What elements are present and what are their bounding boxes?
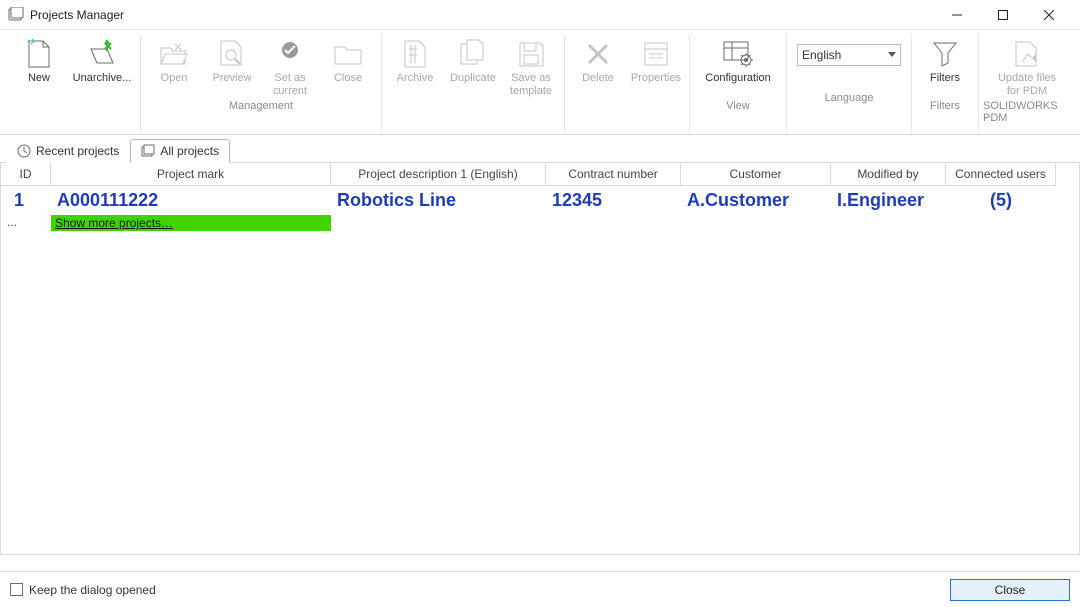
configuration-label: Configuration bbox=[705, 72, 770, 98]
language-group-label: Language bbox=[825, 90, 874, 108]
preview-button[interactable]: Preview bbox=[203, 34, 261, 98]
language-select[interactable]: English bbox=[797, 44, 901, 66]
col-modified-by[interactable]: Modified by bbox=[831, 163, 946, 186]
archive-button[interactable]: Archive bbox=[386, 34, 444, 98]
update-pdm-label: Update files for PDM bbox=[998, 72, 1056, 98]
new-file-icon bbox=[23, 38, 55, 70]
col-project-mark[interactable]: Project mark bbox=[51, 163, 331, 186]
tab-all-label: All projects bbox=[160, 144, 219, 158]
filters-label: Filters bbox=[930, 72, 960, 98]
open-label: Open bbox=[161, 72, 188, 98]
archive-label: Archive bbox=[397, 72, 434, 98]
cell-project-mark: A000111222 bbox=[51, 186, 331, 215]
tab-recent-projects[interactable]: Recent projects bbox=[6, 139, 130, 163]
save-template-button[interactable]: Save as template bbox=[502, 34, 560, 98]
unarchive-button[interactable]: Unarchive... bbox=[68, 34, 136, 98]
ribbon-group-filters: Filters Filters bbox=[912, 34, 979, 134]
save-template-icon bbox=[515, 38, 547, 70]
archive-icon bbox=[399, 38, 431, 70]
ribbon-group-new: New Unarchive... bbox=[6, 34, 141, 134]
tab-strip: Recent projects All projects bbox=[0, 135, 1080, 163]
more-dots: ... bbox=[1, 215, 51, 231]
col-contract[interactable]: Contract number bbox=[546, 163, 681, 186]
minimize-button[interactable] bbox=[934, 0, 980, 30]
cell-id: 1 bbox=[1, 186, 51, 215]
projects-grid: ID Project mark Project description 1 (E… bbox=[0, 163, 1080, 555]
delete-button[interactable]: Delete bbox=[569, 34, 627, 98]
set-current-label: Set as current bbox=[273, 72, 307, 98]
maximize-button[interactable] bbox=[980, 0, 1026, 30]
keep-open-label: Keep the dialog opened bbox=[29, 583, 156, 597]
close-project-button[interactable]: Close bbox=[319, 34, 377, 98]
update-pdm-icon bbox=[1011, 38, 1043, 70]
cell-customer: A.Customer bbox=[681, 186, 831, 215]
new-label: New bbox=[28, 72, 50, 98]
view-group-label: View bbox=[726, 98, 750, 116]
close-window-button[interactable] bbox=[1026, 0, 1072, 30]
pdm-group-label: SOLIDWORKS PDM bbox=[983, 98, 1071, 128]
cell-modified-by: I.Engineer bbox=[831, 186, 946, 215]
ribbon-group-pdm: Update files for PDM SOLIDWORKS PDM bbox=[979, 34, 1075, 134]
delete-label: Delete bbox=[582, 72, 614, 98]
filter-icon bbox=[929, 38, 961, 70]
language-value: English bbox=[802, 48, 841, 62]
tab-recent-label: Recent projects bbox=[36, 144, 119, 158]
cell-contract: 12345 bbox=[546, 186, 681, 215]
open-folder-icon bbox=[158, 38, 190, 70]
table-row[interactable]: 1 A000111222 Robotics Line 12345 A.Custo… bbox=[1, 186, 1079, 215]
tab-all-projects[interactable]: All projects bbox=[130, 139, 230, 163]
ribbon-group-edit: Delete Properties bbox=[565, 34, 690, 134]
save-template-label: Save as template bbox=[510, 72, 552, 98]
update-pdm-button[interactable]: Update files for PDM bbox=[983, 34, 1071, 98]
unarchive-icon bbox=[86, 38, 118, 70]
chevron-down-icon bbox=[888, 52, 896, 58]
cell-description: Robotics Line bbox=[331, 186, 546, 215]
duplicate-label: Duplicate bbox=[450, 72, 496, 98]
col-description[interactable]: Project description 1 (English) bbox=[331, 163, 546, 186]
duplicate-button[interactable]: Duplicate bbox=[444, 34, 502, 98]
configuration-icon bbox=[722, 38, 754, 70]
properties-label: Properties bbox=[631, 72, 681, 98]
set-current-icon bbox=[274, 38, 306, 70]
ribbon-group-label-empty bbox=[71, 98, 74, 116]
cell-connected: (5) bbox=[946, 186, 1056, 215]
col-connected-users[interactable]: Connected users bbox=[946, 163, 1056, 186]
ribbon-group-archive: Archive Duplicate Save as template bbox=[382, 34, 565, 134]
unarchive-label: Unarchive... bbox=[73, 72, 132, 98]
ribbon-toolbar: New Unarchive... Open Preview Set as cur… bbox=[0, 30, 1080, 135]
clock-icon bbox=[17, 144, 31, 158]
col-id[interactable]: ID bbox=[1, 163, 51, 186]
duplicate-icon bbox=[457, 38, 489, 70]
open-button[interactable]: Open bbox=[145, 34, 203, 98]
ribbon-group-management: Open Preview Set as current Close Manage… bbox=[141, 34, 382, 134]
checkbox-box bbox=[10, 583, 23, 596]
keep-open-checkbox[interactable]: Keep the dialog opened bbox=[10, 583, 156, 597]
preview-icon bbox=[216, 38, 248, 70]
ribbon-group-language: English Language bbox=[787, 34, 912, 134]
grid-more-row: ... Show more projects… bbox=[1, 215, 1079, 231]
management-group-label: Management bbox=[229, 98, 293, 116]
col-customer[interactable]: Customer bbox=[681, 163, 831, 186]
delete-icon bbox=[582, 38, 614, 70]
set-current-button[interactable]: Set as current bbox=[261, 34, 319, 98]
filters-button[interactable]: Filters bbox=[916, 34, 974, 98]
filters-group-label: Filters bbox=[930, 98, 960, 116]
close-folder-icon bbox=[332, 38, 364, 70]
close-project-label: Close bbox=[334, 72, 362, 98]
properties-icon bbox=[640, 38, 672, 70]
close-button[interactable]: Close bbox=[950, 579, 1070, 601]
app-icon bbox=[8, 7, 24, 23]
show-more-link[interactable]: Show more projects… bbox=[51, 215, 331, 231]
preview-label: Preview bbox=[212, 72, 251, 98]
window-title: Projects Manager bbox=[30, 8, 124, 22]
ribbon-group-view: Configuration View bbox=[690, 34, 787, 134]
properties-button[interactable]: Properties bbox=[627, 34, 685, 98]
configuration-button[interactable]: Configuration bbox=[694, 34, 782, 98]
title-bar: Projects Manager bbox=[0, 0, 1080, 30]
grid-header: ID Project mark Project description 1 (E… bbox=[1, 163, 1079, 186]
projects-icon bbox=[141, 144, 155, 158]
close-button-label: Close bbox=[995, 583, 1026, 597]
new-button[interactable]: New bbox=[10, 34, 68, 98]
dialog-footer: Keep the dialog opened Close bbox=[0, 571, 1080, 607]
